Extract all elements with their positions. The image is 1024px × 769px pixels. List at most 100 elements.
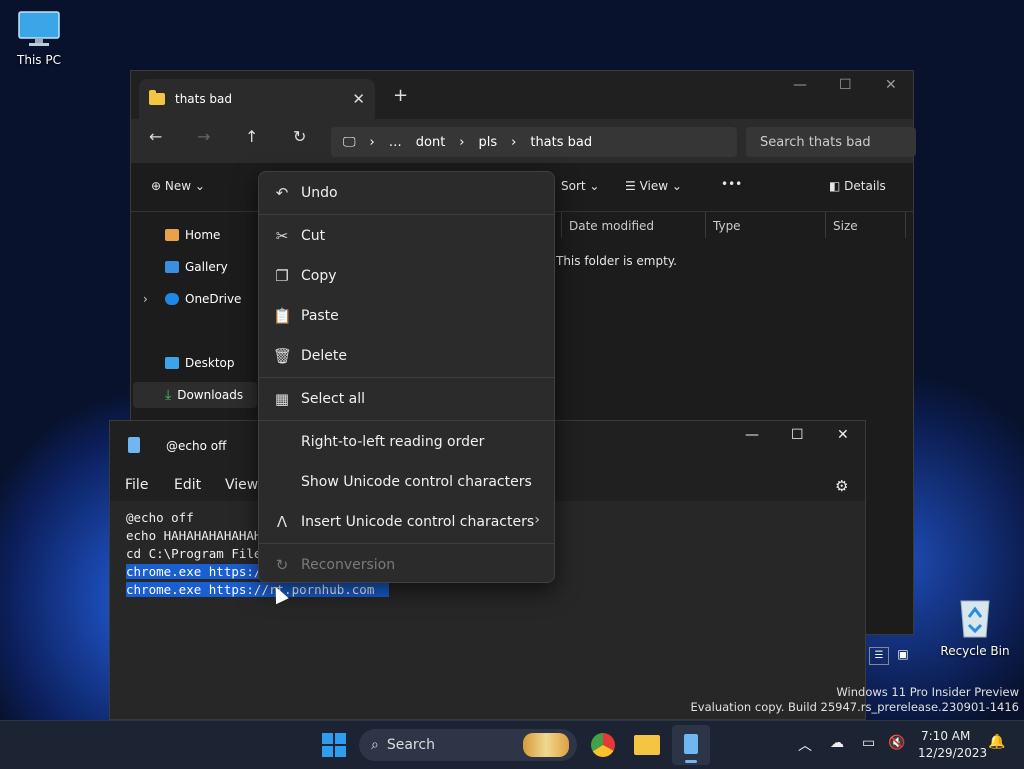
forward-arrow-icon[interactable]: → — [197, 127, 210, 146]
notepad-icon — [128, 437, 140, 453]
copy-icon: ❐ — [275, 267, 289, 285]
desktop-icon-label: Recycle Bin — [940, 644, 1010, 658]
notepad-tab-title[interactable]: @echo off — [166, 439, 226, 453]
select-all-icon: ▦ — [274, 390, 290, 408]
tiles-view-icon[interactable]: ▣ — [894, 646, 912, 662]
explorer-titlebar[interactable]: thats bad ✕ + — ☐ ✕ — [131, 71, 913, 119]
empty-folder-message: This folder is empty. — [556, 254, 677, 268]
sort-button[interactable]: Sort ⌄ — [561, 179, 599, 193]
chrome-icon[interactable] — [591, 733, 615, 757]
close-tab-icon[interactable]: ✕ — [352, 90, 365, 108]
monitor-icon — [18, 11, 60, 46]
sort-button-label: Sort — [561, 179, 586, 193]
selection-trailing-space — [374, 582, 390, 597]
up-arrow-icon[interactable]: ↑ — [245, 127, 258, 146]
nav-item-downloads[interactable]: ⤓ Downloads — [133, 382, 257, 408]
view-button[interactable]: ☰ View ⌄ — [625, 179, 682, 193]
settings-gear-icon[interactable]: ⚙ — [835, 477, 848, 495]
column-divider[interactable] — [825, 212, 826, 238]
nav-item-home[interactable]: Home — [165, 228, 220, 242]
column-date-modified[interactable]: Date modified — [569, 219, 654, 233]
menu-item-reconversion[interactable]: Reconversion — [301, 557, 395, 573]
column-size[interactable]: Size — [833, 219, 858, 233]
explorer-tab[interactable]: thats bad ✕ — [139, 79, 375, 119]
taskbar-search-box[interactable]: ⌕ Search — [359, 729, 577, 761]
menu-separator — [259, 377, 554, 378]
view-list-icon: ☰ — [625, 179, 636, 193]
breadcrumb-item[interactable]: thats bad — [530, 135, 592, 150]
file-explorer-taskbar-icon[interactable] — [634, 735, 660, 755]
recycle-bin-icon — [960, 600, 990, 638]
menu-item-show-unicode-control[interactable]: Show Unicode control characters — [301, 474, 532, 490]
volume-muted-icon[interactable]: 🔇 — [888, 735, 905, 751]
notepad-taskbar-button[interactable] — [672, 725, 710, 765]
chevron-right-icon[interactable]: › — [143, 292, 148, 306]
address-bar[interactable]: 🖵 › … dont › pls › thats bad — [331, 127, 737, 157]
column-type[interactable]: Type — [713, 219, 741, 233]
desktop-icon — [165, 357, 179, 369]
cloud-offline-icon[interactable]: ☁ — [830, 735, 844, 751]
column-divider[interactable] — [561, 212, 562, 238]
back-arrow-icon[interactable]: ← — [149, 127, 162, 146]
column-divider[interactable] — [905, 212, 906, 238]
menu-item-delete[interactable]: Delete — [301, 348, 347, 364]
chevron-right-icon: › — [369, 134, 375, 150]
details-button[interactable]: ◧ Details — [829, 179, 886, 193]
menu-item-copy[interactable]: Copy — [301, 268, 337, 284]
nav-item-label: OneDrive — [185, 292, 242, 306]
plus-circle-icon: ⊕ — [151, 179, 162, 193]
notification-bell-icon[interactable]: 🔔 — [988, 734, 1005, 750]
explorer-search-input[interactable]: Search thats bad — [746, 127, 916, 157]
breadcrumb-item[interactable]: … — [389, 135, 402, 150]
search-placeholder: Search thats bad — [760, 134, 871, 150]
chevron-up-icon[interactable]: ︿ — [798, 735, 812, 755]
more-options-button[interactable]: ••• — [721, 177, 742, 191]
trash-icon: 🗑 — [273, 347, 293, 365]
file-list-header: Date modified Type Size — [561, 212, 906, 240]
menu-file[interactable]: File — [125, 477, 148, 493]
watermark-line: Evaluation copy. Build 25947.rs_prerelea… — [690, 700, 1019, 714]
explorer-address-row: ← → ↑ ↻ 🖵 › … dont › pls › thats bad Sea… — [131, 119, 916, 163]
download-arrow-icon: ⤓ — [165, 387, 172, 403]
new-button[interactable]: ⊕ New ⌄ — [151, 179, 205, 193]
close-window-button[interactable]: ✕ — [837, 427, 849, 443]
desktop-icon-label: This PC — [17, 53, 61, 67]
minimize-button[interactable]: — — [793, 77, 807, 93]
nav-item-onedrive[interactable]: › OneDrive — [143, 292, 242, 306]
details-view-icon[interactable]: ☰ — [869, 647, 889, 665]
menu-item-cut[interactable]: Cut — [301, 228, 325, 244]
nav-item-desktop[interactable]: Desktop — [165, 356, 235, 370]
folder-icon — [149, 90, 165, 105]
menu-item-rtl-reading-order[interactable]: Right-to-left reading order — [301, 434, 484, 450]
refresh-icon[interactable]: ↻ — [293, 127, 306, 146]
selected-text-line: chrome.exe https://rt.pornhub.com — [126, 582, 375, 597]
view-button-label: View — [639, 179, 669, 193]
close-window-button[interactable]: ✕ — [885, 77, 897, 93]
menu-item-select-all[interactable]: Select all — [301, 391, 365, 407]
maximize-button[interactable]: ☐ — [839, 77, 852, 93]
new-tab-button[interactable]: + — [393, 85, 408, 106]
menu-item-insert-unicode-control[interactable]: Insert Unicode control characters — [301, 514, 534, 530]
nav-item-gallery[interactable]: Gallery — [165, 260, 228, 274]
menu-separator — [259, 420, 554, 421]
desktop-icon-this-pc[interactable]: This PC — [0, 10, 79, 67]
menu-item-paste[interactable]: Paste — [301, 308, 339, 324]
breadcrumb-item[interactable]: pls — [479, 135, 498, 150]
breadcrumb-item[interactable]: dont — [416, 135, 446, 150]
start-logo-tile — [335, 746, 346, 757]
clock-time[interactable]: 7:10 AM — [921, 729, 970, 743]
start-logo-tile — [335, 733, 346, 744]
desktop-icon-recycle-bin[interactable]: Recycle Bin — [935, 595, 1015, 658]
menu-edit[interactable]: Edit — [174, 477, 201, 493]
maximize-button[interactable]: ☐ — [791, 427, 804, 443]
menu-view[interactable]: View — [225, 477, 258, 493]
minimize-button[interactable]: — — [745, 427, 759, 443]
chevron-right-icon: › — [534, 512, 540, 528]
column-divider[interactable] — [705, 212, 706, 238]
nav-item-label: Downloads — [177, 388, 244, 402]
clock-date[interactable]: 12/29/2023 — [918, 746, 987, 760]
cloud-icon — [165, 293, 179, 305]
menu-item-undo[interactable]: Undo — [301, 185, 338, 201]
network-icon[interactable]: ▭ — [862, 735, 875, 751]
start-button[interactable] — [322, 733, 346, 757]
